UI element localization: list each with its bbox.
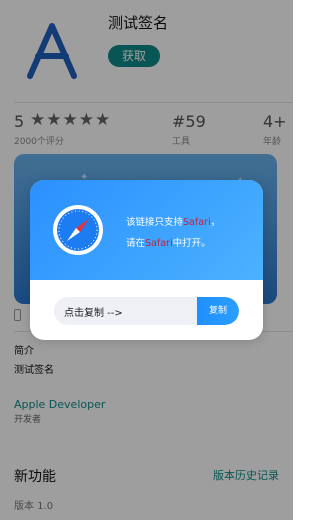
dialog-message-line-2: 请在Safari中打开。 — [126, 238, 211, 249]
dialog-message-line-1: 该链接只支持Safari， — [126, 217, 221, 228]
dialog-header: 该链接只支持Safari， 请在Safari中打开。 — [30, 180, 263, 280]
copy-link-field[interactable]: 点击复制 --> 复制 — [54, 297, 239, 325]
copy-button[interactable]: 复制 — [197, 297, 239, 325]
copy-hint: 点击复制 --> — [64, 308, 123, 319]
safari-compass-icon — [53, 205, 103, 255]
open-in-safari-dialog: 该链接只支持Safari， 请在Safari中打开。 点击复制 --> 复制 — [30, 180, 263, 340]
